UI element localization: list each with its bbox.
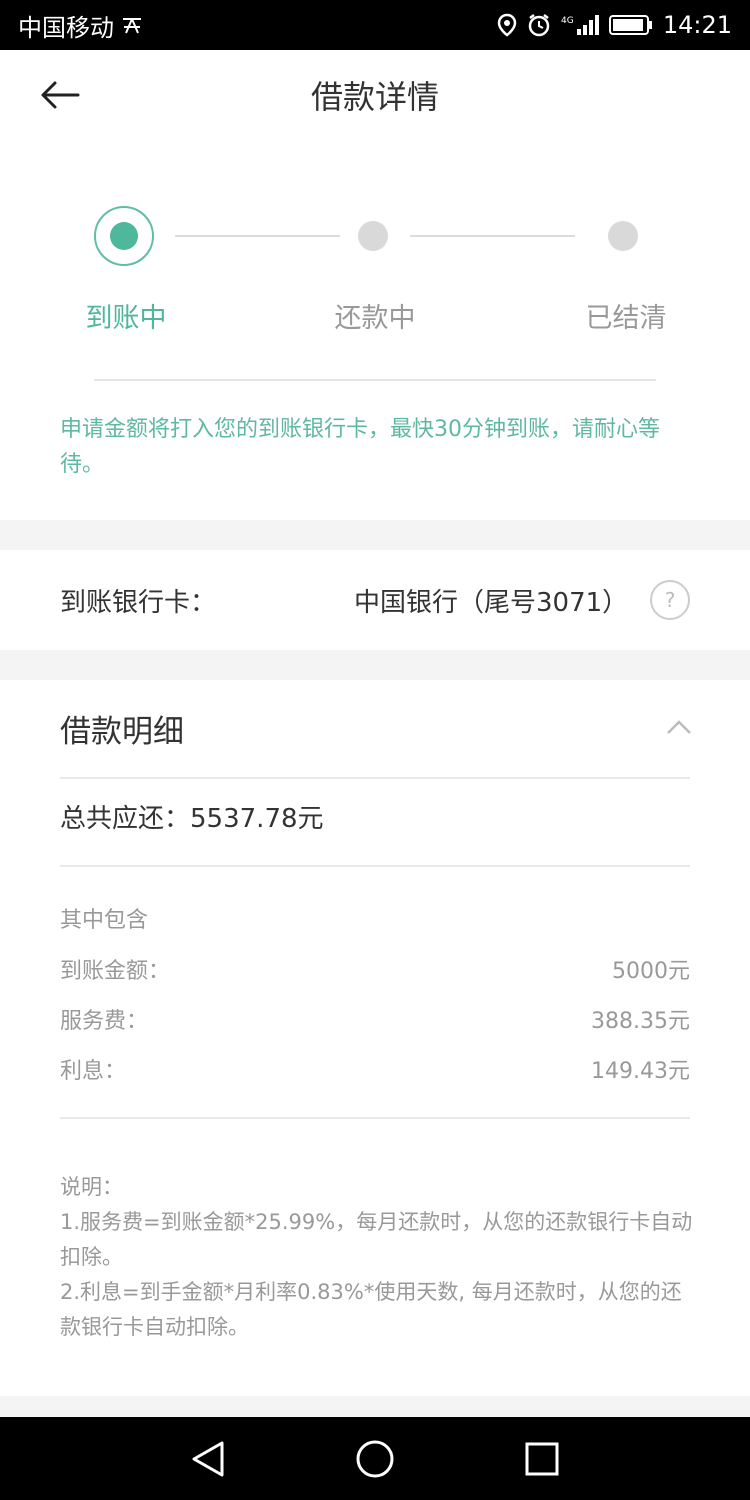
step-connector [175, 235, 340, 237]
note-item: 1.服务费=到账金额*25.99%，每月还款时，从您的还款银行卡自动扣除。 [60, 1210, 693, 1269]
step-dot-active [94, 206, 154, 266]
usb-debug-icon [120, 15, 144, 35]
nav-back-button[interactable] [186, 1437, 230, 1481]
progress-card: 到账中 还款中 已结清 申请金额将打入您的到账银行卡，最快30分钟到账，请耐心等… [0, 140, 750, 520]
section-title: 借款明细 [60, 714, 184, 750]
row-value: 149.43元 [591, 1059, 690, 1084]
triangle-back-icon [192, 1441, 224, 1477]
app-bar: 借款详情 [0, 50, 750, 140]
battery-icon [608, 14, 653, 36]
svg-text:4G: 4G [561, 16, 574, 26]
note-item: 2.利息=到手金额*月利率0.83%*使用天数, 每月还款时，从您的还款银行卡自… [60, 1280, 682, 1339]
row-value: 388.35元 [591, 1009, 690, 1034]
divider [60, 1117, 690, 1119]
bank-card-value: 中国银行（尾号3071） [354, 587, 629, 618]
step-dot [358, 221, 388, 251]
nav-home-button[interactable] [353, 1437, 397, 1481]
arrival-notice: 申请金额将打入您的到账银行卡，最快30分钟到账，请耐心等待。 [60, 417, 660, 477]
loan-detail-card: 借款明细 总共应还： 5537.78元 其中包含 到账金额： 5000元 服务费… [0, 680, 750, 1396]
page-title: 借款详情 [310, 78, 439, 116]
carrier-name: 中国移动 [18, 13, 114, 42]
signal-4g-icon: 4G [561, 13, 599, 37]
back-button[interactable] [30, 70, 90, 120]
divider [60, 865, 690, 867]
square-recents-icon [525, 1442, 559, 1476]
notes-title: 说明： [60, 1175, 123, 1199]
step-dot [608, 221, 638, 251]
status-bar: 中国移动 4G 14:21 [0, 0, 750, 50]
arrow-left-icon [41, 81, 80, 109]
row-label: 服务费： [60, 1009, 149, 1034]
chevron-up-icon [667, 720, 691, 734]
divider [94, 379, 656, 381]
bank-card-label: 到账银行卡： [60, 587, 217, 618]
circle-home-icon [356, 1440, 394, 1478]
step-label-arriving: 到账中 [85, 303, 167, 334]
nav-recents-button[interactable] [520, 1437, 564, 1481]
bank-card-row: 到账银行卡： 中国银行（尾号3071） ? [0, 550, 750, 650]
detail-row: 利息： 149.43元 [60, 1053, 690, 1085]
detail-row: 到账金额： 5000元 [60, 953, 690, 985]
help-icon[interactable]: ? [650, 580, 690, 620]
total-value: 5537.78元 [190, 804, 324, 834]
total-repayment: 总共应还： 5537.78元 [60, 798, 324, 835]
step-label-settled: 已结清 [585, 303, 667, 334]
status-time: 14:21 [662, 11, 732, 39]
row-value: 5000元 [612, 959, 690, 984]
system-nav-bar [0, 1417, 750, 1500]
collapse-button[interactable] [664, 712, 694, 742]
row-label: 利息： [60, 1059, 127, 1084]
step-label-repaying: 还款中 [334, 303, 416, 334]
detail-row: 服务费： 388.35元 [60, 1003, 690, 1035]
location-icon [497, 13, 517, 37]
total-label: 总共应还： [60, 804, 191, 834]
alarm-icon [527, 13, 551, 37]
step-connector [410, 235, 575, 237]
includes-label: 其中包含 [60, 908, 149, 933]
row-label: 到账金额： [60, 959, 171, 984]
divider [60, 777, 690, 779]
explanation-notes: 说明： 1.服务费=到账金额*25.99%，每月还款时，从您的还款银行卡自动扣除… [60, 1170, 700, 1345]
